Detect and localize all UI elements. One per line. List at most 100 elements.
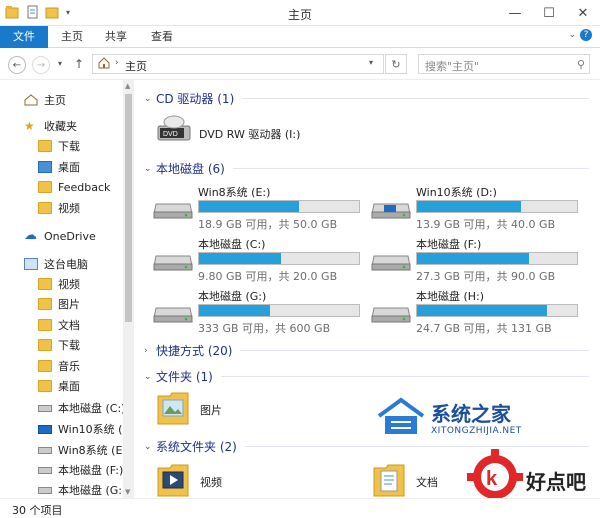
drive-tile-f[interactable]: 本地磁盘 (F:) 27.3 GB 可用，共 90.0 GB — [370, 236, 580, 283]
hard-drive-icon — [371, 307, 411, 323]
folder-video-icon — [157, 464, 189, 497]
minimize-button[interactable]: — — [498, 0, 532, 26]
drive-size: 333 GB 可用，共 600 GB — [198, 322, 331, 335]
scrollbar-thumb[interactable] — [125, 94, 132, 322]
cd-drive-item[interactable]: DVD DVD RW 驱动器 (I:) — [156, 112, 376, 148]
drive-usage-fill — [199, 253, 281, 264]
group-header-cd[interactable]: ⌄ CD 驱动器 (1) — [144, 90, 589, 107]
folder-video-icon — [38, 202, 52, 214]
nav-label: 本地磁盘 (G:) — [58, 484, 127, 497]
refresh-button[interactable]: ↻ — [385, 54, 407, 74]
hard-drive-icon — [371, 255, 411, 271]
drive-icon — [38, 466, 52, 474]
group-title: 文件夹 (1) — [156, 370, 213, 384]
drive-size: 9.80 GB 可用，共 20.0 GB — [198, 270, 338, 283]
drive-usage-fill — [417, 253, 529, 264]
hard-drive-icon — [153, 203, 193, 219]
svg-text:DVD: DVD — [163, 131, 178, 138]
folder-documents-icon — [373, 464, 405, 497]
drive-tile-c[interactable]: 本地磁盘 (C:) 9.80 GB 可用，共 20.0 GB — [152, 236, 362, 283]
breadcrumb-home[interactable]: 主页 — [125, 58, 147, 74]
expand-chevron-icon: › — [144, 345, 148, 356]
back-button[interactable]: ← — [8, 56, 26, 74]
group-header-shortcuts[interactable]: › 快捷方式 (20) — [144, 342, 589, 359]
nav-label: 主页 — [44, 94, 66, 107]
recent-locations-icon[interactable]: ▾ — [58, 59, 62, 68]
item-count: 30 个项目 — [12, 504, 63, 517]
drive-icon — [38, 404, 52, 412]
up-button[interactable]: ↑ — [74, 57, 84, 71]
search-icon: ⚲ — [576, 58, 585, 71]
status-bar: 30 个项目 — [0, 498, 600, 518]
search-input[interactable]: 搜索"主页" ⚲ — [418, 54, 590, 74]
address-bar[interactable]: › 主页 ▾ — [92, 54, 384, 74]
nav-label: 桌面 — [58, 161, 80, 174]
tab-file[interactable]: 文件 — [0, 26, 48, 48]
nav-label: 文档 — [58, 319, 80, 332]
group-header-folders[interactable]: ⌄ 文件夹 (1) — [144, 368, 589, 385]
address-dropdown-icon[interactable]: ▾ — [369, 58, 373, 67]
watermark-title: 系统之家 — [431, 402, 511, 426]
sysfolder-item-videos[interactable]: 视频 — [156, 460, 276, 500]
title-bar: ▾ 主页 — ☐ ✕ — [0, 0, 600, 26]
drive-tile-h[interactable]: 本地磁盘 (H:) 24.7 GB 可用，共 131 GB — [370, 288, 580, 335]
drive-usage-bar — [416, 252, 578, 265]
svg-text:k: k — [486, 468, 498, 490]
drive-tile-g[interactable]: 本地磁盘 (G:) 333 GB 可用，共 600 GB — [152, 288, 362, 335]
folder-label: 文档 — [416, 476, 438, 489]
drive-name: Win8系统 (E:) — [198, 186, 271, 199]
address-row: ← → ▾ ↑ › 主页 ▾ ↻ 搜索"主页" ⚲ — [0, 48, 600, 80]
nav-label: 桌面 — [58, 380, 80, 393]
tab-view[interactable]: 查看 — [142, 26, 182, 48]
search-placeholder: 搜索"主页" — [425, 60, 480, 73]
nav-label: 图片 — [58, 298, 80, 311]
drive-icon — [38, 446, 52, 454]
nav-label: 视频 — [58, 202, 80, 215]
ribbon-tabs: 文件 主页 共享 查看 ⌄ ? — [0, 26, 600, 48]
desktop-icon — [38, 161, 52, 173]
drive-name: 本地磁盘 (H:) — [416, 290, 485, 303]
collapse-chevron-icon: ⌄ — [144, 93, 152, 104]
folder-music-icon — [38, 360, 52, 372]
folder-label: 图片 — [200, 404, 222, 417]
drive-size: 27.3 GB 可用，共 90.0 GB — [416, 270, 556, 283]
forward-button[interactable]: → — [32, 56, 50, 74]
help-icon[interactable]: ? — [580, 29, 592, 41]
tab-share[interactable]: 共享 — [96, 26, 136, 48]
drive-usage-bar — [416, 200, 578, 213]
drive-usage-bar — [198, 252, 360, 265]
folder-download-icon — [38, 140, 52, 152]
drive-usage-bar — [198, 200, 360, 213]
group-title: 快捷方式 (20) — [156, 344, 233, 358]
group-title: 系统文件夹 (2) — [156, 440, 237, 454]
group-title: CD 驱动器 (1) — [156, 92, 235, 106]
collapse-chevron-icon: ⌄ — [144, 441, 152, 452]
collapse-chevron-icon: ⌄ — [144, 163, 152, 174]
home-icon — [24, 94, 38, 106]
folder-pictures-icon — [157, 392, 189, 425]
tab-home[interactable]: 主页 — [52, 26, 92, 48]
close-button[interactable]: ✕ — [566, 0, 600, 26]
window-controls: — ☐ ✕ — [498, 0, 600, 26]
drive-usage-bar — [416, 304, 578, 317]
drive-icon — [38, 486, 52, 494]
nav-scrollbar[interactable]: ▲ ▼ — [123, 80, 134, 498]
drive-tile-e[interactable]: Win8系统 (E:) 18.9 GB 可用，共 50.0 GB — [152, 184, 362, 231]
scroll-down-icon[interactable]: ▼ — [125, 488, 130, 496]
drive-tile-d[interactable]: Win10系统 (D:) 13.9 GB 可用，共 40.0 GB — [370, 184, 580, 231]
drive-name: 本地磁盘 (F:) — [416, 238, 482, 251]
drive-name: 本地磁盘 (G:) — [198, 290, 267, 303]
ribbon-expand-icon[interactable]: ⌄ — [568, 30, 576, 40]
group-header-local[interactable]: ⌄ 本地磁盘 (6) — [144, 160, 589, 177]
star-icon: ★ — [24, 119, 35, 133]
dvd-drive-icon: DVD — [157, 115, 191, 141]
drive-size: 24.7 GB 可用，共 131 GB — [416, 322, 552, 335]
folder-video-icon — [38, 278, 52, 290]
folder-item-pictures[interactable]: 图片 — [156, 388, 276, 430]
drive-size: 13.9 GB 可用，共 40.0 GB — [416, 218, 556, 231]
folder-pictures-icon — [38, 298, 52, 310]
maximize-button[interactable]: ☐ — [532, 0, 566, 26]
nav-label: 音乐 — [58, 360, 80, 373]
scroll-up-icon[interactable]: ▲ — [125, 82, 130, 90]
folder-download-icon — [38, 339, 52, 351]
